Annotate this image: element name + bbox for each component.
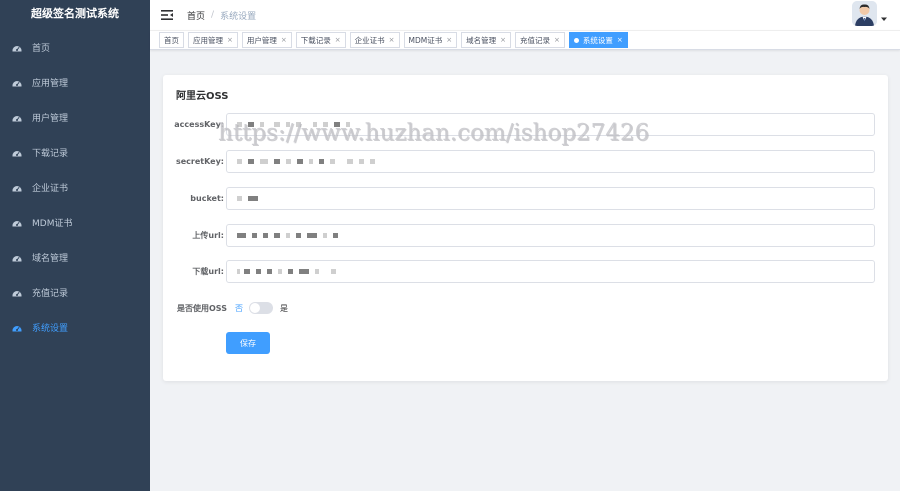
- tag-label: 首页: [164, 35, 179, 45]
- close-icon[interactable]: ×: [617, 36, 623, 44]
- top-navbar: 首页 / 系统设置: [150, 0, 900, 30]
- active-dot-icon: [573, 37, 579, 43]
- bucket-input[interactable]: [226, 186, 875, 210]
- tag-label: 应用管理: [193, 35, 223, 45]
- sidebar-item-8[interactable]: 系统设置: [0, 310, 150, 345]
- sidebar-item-label: 域名管理: [32, 254, 69, 264]
- tags-view: 首页 应用管理 × 用户管理 × 下载记录 × 企业证书 × MDM证书 × 域名管理 × 充值记录 × 系统…: [150, 30, 900, 50]
- close-icon[interactable]: ×: [227, 36, 233, 44]
- sidebar-item-label: 下载记录: [32, 149, 69, 159]
- sidebar-item-label: 充值记录: [32, 289, 69, 299]
- tag-label: MDM证书: [408, 35, 443, 45]
- card-title: 阿里云OSS: [176, 91, 229, 102]
- sidebar-item-2[interactable]: 用户管理: [0, 100, 150, 135]
- tag-label: 充值记录: [519, 35, 550, 45]
- bucket-label: bucket:: [190, 193, 224, 203]
- sidebar-item-0[interactable]: 首页: [0, 30, 150, 65]
- form-row-accesskey: accessKey:: [163, 112, 888, 136]
- breadcrumb-home[interactable]: 首页: [187, 9, 205, 22]
- download-url-label: 下载url:: [192, 266, 224, 276]
- app-title: 超级签名测试系统: [31, 7, 119, 20]
- switch-off-text[interactable]: 否: [235, 303, 243, 314]
- switch-on-text[interactable]: 是: [280, 303, 288, 314]
- tag-8[interactable]: 系统设置 ×: [568, 32, 628, 48]
- close-icon[interactable]: ×: [281, 36, 287, 44]
- tag-label: 系统设置: [582, 35, 613, 45]
- close-icon[interactable]: ×: [389, 36, 395, 44]
- dashboard-icon: [12, 148, 22, 158]
- use-oss-switch[interactable]: [248, 302, 273, 314]
- hamburger-menu-icon[interactable]: [161, 10, 173, 20]
- form-row-download-url: 下载url:: [163, 259, 888, 283]
- sidebar-item-label: 应用管理: [32, 79, 69, 89]
- secretkey-input[interactable]: [226, 149, 875, 173]
- dashboard-icon: [12, 183, 22, 193]
- form-row-upload-url: 上传url:: [163, 223, 888, 247]
- breadcrumb-current: 系统设置: [220, 11, 257, 22]
- sidebar-item-7[interactable]: 充值记录: [0, 275, 150, 310]
- tag-4[interactable]: 企业证书 ×: [349, 32, 400, 48]
- dashboard-icon: [12, 323, 22, 333]
- sidebar-item-4[interactable]: 企业证书: [0, 170, 150, 205]
- close-icon[interactable]: ×: [554, 36, 560, 44]
- tag-label: 域名管理: [466, 35, 497, 45]
- sidebar-item-3[interactable]: 下载记录: [0, 135, 150, 170]
- tag-label: 用户管理: [246, 35, 277, 45]
- tag-5[interactable]: MDM证书 ×: [403, 32, 458, 48]
- sidebar-item-label: 企业证书: [32, 184, 69, 194]
- use-oss-switch-row: 是否使用OSS 否 是: [177, 302, 288, 314]
- use-oss-label: 是否使用OSS: [177, 303, 227, 313]
- sidebar-item-1[interactable]: 应用管理: [0, 65, 150, 100]
- sidebar-item-label: 系统设置: [32, 324, 69, 334]
- dashboard-icon: [12, 78, 22, 88]
- dashboard-icon: [12, 218, 22, 228]
- accesskey-label: accessKey:: [174, 119, 224, 129]
- accesskey-input[interactable]: [226, 112, 875, 136]
- sidebar-item-label: 首页: [32, 44, 51, 54]
- sidebar-menu: 首页应用管理用户管理下载记录企业证书 MDM证书域名管理充值记录系统设置: [0, 30, 150, 345]
- tag-1[interactable]: 应用管理 ×: [188, 32, 238, 48]
- download-url-input[interactable]: [226, 259, 875, 283]
- secretkey-label: secretKey:: [175, 156, 224, 166]
- dashboard-icon: [12, 288, 22, 298]
- sidebar: 超级签名测试系统 首页应用管理用户管理下载记录企业证书 MDM证书域名管理充值记录…: [0, 0, 150, 491]
- close-icon[interactable]: ×: [446, 36, 452, 44]
- tag-3[interactable]: 下载记录 ×: [295, 32, 346, 48]
- form-row-bucket: bucket:: [163, 186, 888, 210]
- save-button[interactable]: 保存: [226, 332, 270, 354]
- form-row-secretkey: secretKey:: [163, 149, 888, 173]
- sidebar-item-label: MDM证书: [32, 219, 73, 229]
- dashboard-icon: [12, 113, 22, 123]
- sidebar-item-6[interactable]: 域名管理: [0, 240, 150, 275]
- caret-down-icon[interactable]: [880, 15, 888, 23]
- tag-0[interactable]: 首页: [159, 32, 184, 48]
- tag-6[interactable]: 域名管理 ×: [461, 32, 511, 48]
- switch-knob: [249, 303, 260, 313]
- user-menu[interactable]: [852, 1, 888, 26]
- dashboard-icon: [12, 253, 22, 263]
- sidebar-item-5[interactable]: MDM证书: [0, 205, 150, 240]
- sidebar-item-label: 用户管理: [32, 114, 69, 124]
- close-icon[interactable]: ×: [335, 36, 341, 44]
- upload-url-input[interactable]: [226, 223, 875, 247]
- breadcrumb-separator: /: [211, 10, 215, 20]
- tag-2[interactable]: 用户管理 ×: [241, 32, 292, 48]
- close-icon[interactable]: ×: [500, 36, 506, 44]
- upload-url-label: 上传url:: [192, 230, 224, 240]
- oss-settings-card: 阿里云OSS accessKey: secretKey: bucket: 上传u…: [163, 75, 888, 381]
- tag-label: 下载记录: [300, 35, 331, 45]
- breadcrumb: 首页 / 系统设置: [187, 9, 256, 22]
- avatar[interactable]: [852, 1, 877, 26]
- tag-label: 企业证书: [354, 35, 385, 45]
- dashboard-icon: [12, 43, 22, 53]
- tag-7[interactable]: 充值记录 ×: [514, 32, 565, 48]
